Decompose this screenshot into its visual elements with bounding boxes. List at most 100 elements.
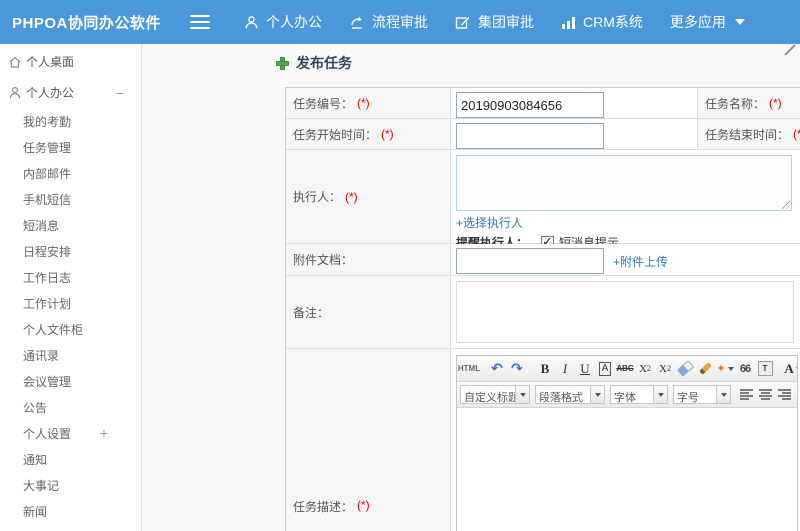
form-row-description: 任务描述：(*) HTML B I U A ABC X2 (286, 349, 800, 531)
green-plus-icon (276, 56, 289, 70)
executor-textarea[interactable] (456, 155, 792, 211)
nav-item-more-apps[interactable]: 更多应用 (670, 12, 745, 32)
top-navbar: PHPOA协同办公软件 个人办公 流程审批 集团审批 CRM系统 更多应用 (0, 0, 800, 44)
task-no-input[interactable] (456, 92, 604, 118)
sidebar-item-schedule[interactable]: 日程安排 (0, 238, 141, 264)
nav-item-label: 更多应用 (669, 14, 726, 30)
html-source-button[interactable]: HTML (458, 359, 480, 378)
editor-content-area[interactable] (457, 408, 797, 531)
align-buttons (740, 389, 797, 400)
attachment-label: 附件文档： (286, 244, 451, 275)
eraser-icon[interactable] (676, 359, 694, 378)
italic-button[interactable]: I (556, 359, 574, 378)
form-row-remark: 备注： (286, 276, 800, 349)
rich-text-editor: HTML B I U A ABC X2 X2 ✦ (456, 355, 798, 531)
hamburger-menu-icon[interactable] (190, 15, 210, 29)
sidebar-item-short-message[interactable]: 短消息 (0, 212, 141, 238)
sidebar-item-work-plan[interactable]: 工作计划 (0, 290, 141, 316)
font-family-dropdown[interactable]: 字体 (610, 385, 668, 404)
editor-toolbar-row2: 自定义标题 段落格式 字体 字号 (457, 382, 797, 408)
description-cell: HTML B I U A ABC X2 X2 ✦ (451, 349, 800, 531)
caret-down-icon (654, 385, 668, 404)
person-icon (8, 86, 22, 100)
form-row-start-time: 任务开始时间：(*) 任务结束时间：(*) (286, 119, 800, 150)
align-left-icon[interactable] (740, 389, 754, 400)
redo-icon[interactable] (508, 359, 526, 378)
attachment-cell: +附件上传 (451, 244, 800, 275)
caret-down-icon (717, 385, 731, 404)
main-content: 发布任务 任务编号：(*) 任务名称：(*) 任务开始时间：(*) 任务结束时间… (142, 44, 800, 531)
subscript-button[interactable]: X2 (656, 359, 674, 378)
corner-grip-icon (784, 44, 796, 56)
form-row-task-no: 任务编号：(*) 任务名称：(*) (286, 88, 800, 119)
font-attr-button[interactable]: A (596, 359, 614, 378)
align-right-icon[interactable] (778, 389, 792, 400)
caret-down-icon (591, 385, 605, 404)
home-icon (8, 55, 22, 69)
nav-item-process-approval[interactable]: 流程审批 (349, 12, 428, 32)
underline-button[interactable]: U (576, 359, 594, 378)
sidebar-item-sms[interactable]: 手机短信 (0, 186, 141, 212)
nav-item-personal-office[interactable]: 个人办公 (244, 12, 322, 32)
sidebar-item-contacts[interactable]: 通讯录 (0, 342, 141, 368)
caret-down-icon (734, 19, 745, 25)
page-title: 发布任务 (276, 53, 352, 73)
attachment-upload-link[interactable]: +附件上传 (613, 253, 668, 270)
sidebar-item-my-attendance[interactable]: 我的考勤 (0, 108, 141, 134)
editor-toolbar-row1: HTML B I U A ABC X2 X2 ✦ (457, 356, 797, 382)
start-time-cell (451, 119, 698, 149)
executor-label: 执行人： (*) (286, 150, 451, 243)
font-size-dropdown[interactable]: 字号 (673, 385, 731, 404)
description-label: 任务描述： (*) (286, 349, 451, 531)
task-no-cell (451, 88, 698, 118)
quick-format-wand-icon[interactable]: ✦ (716, 359, 734, 378)
expand-plus-icon[interactable]: + (100, 425, 108, 441)
bar-chart-icon (561, 15, 576, 30)
sidebar-item-personal-files[interactable]: 个人文件柜 (0, 316, 141, 342)
bold-button[interactable]: B (536, 359, 554, 378)
end-time-label: 任务结束时间：(*) (698, 119, 800, 149)
nav-item-crm[interactable]: CRM系统 (561, 12, 643, 32)
sidebar-item-memorabilia[interactable]: 大事记 (0, 472, 141, 498)
sidebar-item-meeting-management[interactable]: 会议管理 (0, 368, 141, 394)
custom-title-dropdown[interactable]: 自定义标题 (460, 385, 530, 404)
sidebar-item-personal-desktop[interactable]: 个人桌面 (0, 46, 141, 77)
publish-task-form: 任务编号：(*) 任务名称：(*) 任务开始时间：(*) 任务结束时间：(*) (285, 87, 800, 531)
form-row-attachment: 附件文档： +附件上传 (286, 244, 800, 276)
align-center-icon[interactable] (759, 389, 773, 400)
nav-item-label: 个人办公 (266, 14, 322, 30)
sidebar-item-internal-mail[interactable]: 内部邮件 (0, 160, 141, 186)
collapse-minus-icon[interactable]: − (116, 85, 124, 101)
resize-grip-icon[interactable] (780, 199, 790, 209)
paste-as-text-icon[interactable]: T (756, 359, 774, 378)
remark-label: 备注： (286, 276, 451, 348)
choose-executor-link[interactable]: +选择执行人 (456, 214, 523, 231)
start-time-label: 任务开始时间： (*) (286, 119, 451, 149)
start-time-input[interactable] (456, 123, 604, 149)
nav-item-group-approval[interactable]: 集团审批 (455, 12, 534, 32)
page-title-text: 发布任务 (296, 55, 352, 71)
superscript-button[interactable]: X2 (636, 359, 654, 378)
strikethrough-button[interactable]: ABC (616, 359, 634, 378)
sidebar-item-work-log[interactable]: 工作日志 (0, 264, 141, 290)
undo-icon[interactable] (488, 359, 506, 378)
attachment-input[interactable] (456, 248, 604, 274)
sidebar-item-announcement[interactable]: 公告 (0, 394, 141, 420)
app-logo: PHPOA协同办公软件 (12, 14, 161, 32)
executor-cell: +选择执行人 提醒执行人： 短消息提示 (451, 150, 800, 250)
sidebar-menu: 个人桌面 个人办公 − 我的考勤 任务管理 内部邮件 手机短信 短消息 日程安排… (0, 44, 142, 531)
sidebar-item-personal-settings[interactable]: 个人设置 + (0, 420, 141, 446)
sidebar-item-personal-office[interactable]: 个人办公 − (0, 77, 141, 108)
format-brush-icon[interactable] (696, 359, 714, 378)
remark-textarea[interactable] (456, 281, 794, 343)
sidebar-item-notification[interactable]: 通知 (0, 446, 141, 472)
caret-down-icon (516, 385, 530, 404)
paragraph-format-dropdown[interactable]: 段落格式 (535, 385, 605, 404)
font-color-button[interactable]: A (784, 359, 797, 378)
edit-icon (455, 15, 471, 30)
sidebar-item-news[interactable]: 新闻 (0, 498, 141, 524)
blockquote-button[interactable]: 66 (736, 359, 754, 378)
nav-item-label: 集团审批 (478, 14, 534, 30)
flow-approval-icon (349, 15, 365, 30)
sidebar-item-task-management[interactable]: 任务管理 (0, 134, 141, 160)
